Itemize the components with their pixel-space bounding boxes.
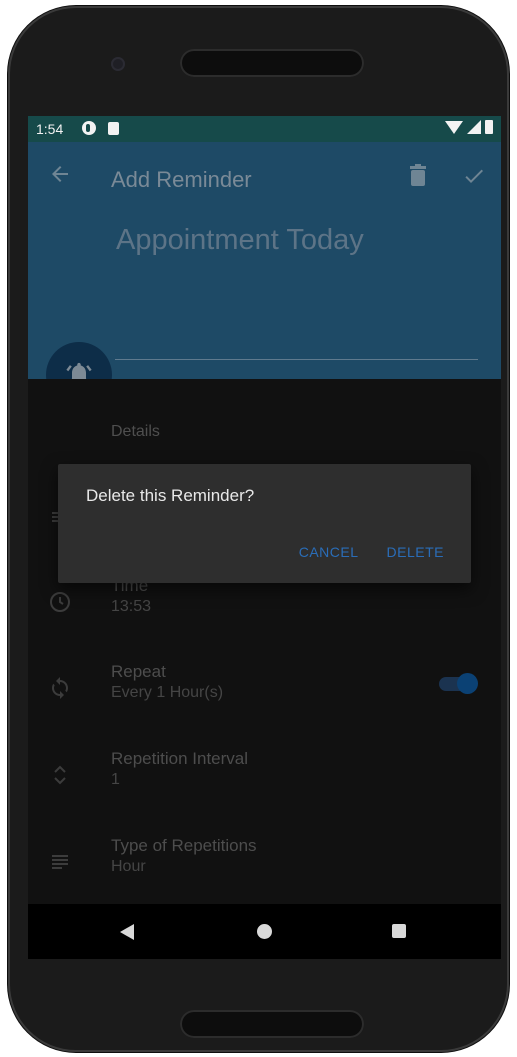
delete-icon[interactable] (408, 164, 428, 186)
type-of-repetitions-label: Type of Repetitions (111, 836, 257, 855)
repeat-value: Every 1 Hour(s) (111, 684, 224, 701)
front-camera (111, 57, 125, 71)
back-arrow-icon[interactable] (48, 162, 72, 186)
status-time: 1:54 (36, 121, 64, 137)
delete-button[interactable]: DELETE (387, 544, 444, 560)
reminder-title-input[interactable]: Appointment Today (116, 224, 364, 257)
top-speaker (180, 49, 364, 77)
status-indicators (445, 120, 493, 134)
nav-recents-icon[interactable] (392, 924, 406, 938)
nav-home-icon[interactable] (257, 924, 272, 939)
status-bar: 1:54 (28, 116, 501, 142)
dialog-actions: CANCEL DELETE (299, 544, 444, 560)
cell-signal-icon (467, 120, 481, 134)
repeat-icon (52, 677, 68, 699)
cancel-button[interactable]: CANCEL (299, 544, 359, 560)
subject-icon (52, 855, 68, 869)
list-item-type-of-repetitions[interactable]: Type of Repetitions Hour (28, 836, 501, 906)
system-navigation-bar (28, 904, 501, 959)
list-item-repeat[interactable]: Repeat Every 1 Hour(s) (28, 662, 501, 732)
details-section-label: Details (111, 423, 160, 440)
app-bar: Add Reminder Appointment Today (28, 142, 501, 379)
details-content: Details Time 13:53 Repeat Every 1 Hour(s… (28, 379, 501, 904)
page-title: Add Reminder (111, 167, 252, 192)
dialog-message: Delete this Reminder? (86, 486, 255, 505)
device-screen: 1:54 Add Reminder Appointment Today Deta… (28, 116, 501, 959)
nav-back-icon[interactable] (120, 924, 134, 940)
unfold-icon (54, 765, 66, 785)
repeat-label: Repeat (111, 662, 166, 681)
delete-confirmation-dialog: Delete this Reminder? CANCEL DELETE (58, 464, 471, 583)
clock-icon (50, 592, 70, 612)
repeat-switch-thumb[interactable] (457, 673, 478, 694)
sd-card-icon (108, 122, 119, 135)
battery-icon (485, 120, 493, 134)
list-item-repetition-interval[interactable]: Repetition Interval 1 (28, 749, 501, 819)
title-underline (115, 359, 478, 360)
repetition-interval-value: 1 (111, 771, 120, 788)
time-value: 13:53 (111, 598, 152, 615)
bottom-speaker (180, 1010, 364, 1038)
repetition-interval-label: Repetition Interval (111, 749, 249, 768)
type-of-repetitions-value: Hour (111, 858, 146, 875)
notification-icon (82, 121, 96, 135)
wifi-icon (445, 120, 463, 134)
list-item-time[interactable]: Time 13:53 (28, 576, 501, 646)
save-check-icon[interactable] (462, 164, 486, 188)
